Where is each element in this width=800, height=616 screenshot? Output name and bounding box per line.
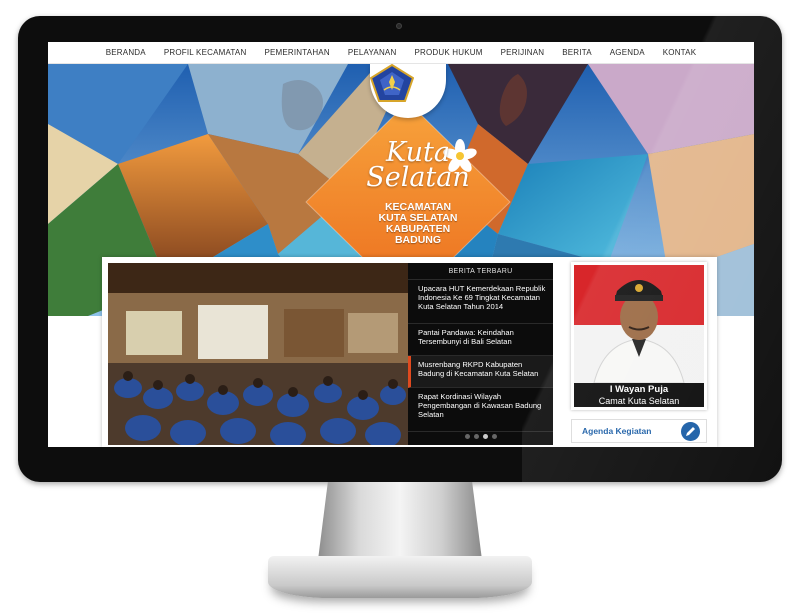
official-profile-card[interactable]: I Wayan Puja Camat Kuta Selatan [571, 262, 707, 410]
official-portrait [574, 265, 704, 383]
camera-dot [396, 23, 402, 29]
banner-title-line2: Selatan [366, 162, 470, 193]
monitor-stand-neck [318, 482, 482, 560]
monitor-stand-base [268, 556, 532, 598]
slider-dot[interactable] [473, 434, 479, 439]
slider-dot[interactable] [491, 434, 497, 439]
nav-perijinan[interactable]: PERIJINAN [501, 48, 545, 57]
news-item[interactable]: Rapat Kordinasi Wilayah Pengembangan di … [408, 388, 553, 432]
agenda-label: Agenda Kegiatan [582, 426, 652, 436]
nav-berita[interactable]: BERITA [562, 48, 592, 57]
nav-beranda[interactable]: BERANDA [106, 48, 146, 57]
nav-pelayanan[interactable]: PELAYANAN [348, 48, 397, 57]
content-panel: BERITA TERBARU Upacara HUT Kemerdekaan R… [102, 257, 717, 447]
news-slider-photo[interactable] [108, 263, 408, 445]
main-nav: BERANDA PROFIL KECAMATAN PEMERINTAHAN PE… [48, 42, 754, 64]
banner-title: Kuta Selatan [348, 139, 488, 193]
screen: BERANDA PROFIL KECAMATAN PEMERINTAHAN PE… [48, 42, 754, 447]
nav-produk-hukum[interactable]: PRODUK HUKUM [414, 48, 482, 57]
nav-kontak[interactable]: KONTAK [663, 48, 697, 57]
slider-dot-active[interactable] [482, 434, 488, 439]
official-role: Camat Kuta Selatan [598, 396, 680, 406]
latest-news-header: BERITA TERBARU [408, 263, 553, 280]
slider-dot[interactable] [464, 434, 470, 439]
news-item-active[interactable]: Musrenbang RKPD Kabupaten Badung di Keca… [408, 356, 553, 388]
monitor-frame: BERANDA PROFIL KECAMATAN PEMERINTAHAN PE… [18, 16, 782, 482]
banner-subtitle: KECAMATAN KUTA SELATAN KABUPATEN BADUNG [348, 202, 488, 246]
agenda-kegiatan-button[interactable]: Agenda Kegiatan [571, 419, 707, 443]
nav-agenda[interactable]: AGENDA [610, 48, 645, 57]
banner-subtitle-line4: BADUNG [394, 234, 442, 246]
meeting-hall-photo [108, 263, 408, 445]
official-name: I Wayan Puja [609, 384, 669, 395]
news-item[interactable]: Pantai Pandawa: Keindahan Tersembunyi di… [408, 324, 553, 356]
edit-icon [681, 421, 700, 441]
nav-profil-kecamatan[interactable]: PROFIL KECAMATAN [164, 48, 247, 57]
badung-emblem-icon [370, 64, 414, 102]
nav-pemerintahan[interactable]: PEMERINTAHAN [264, 48, 329, 57]
slider-pagination [408, 434, 553, 439]
news-item[interactable]: Upacara HUT Kemerdekaan Republik Indones… [408, 280, 553, 324]
latest-news-panel: BERITA TERBARU Upacara HUT Kemerdekaan R… [408, 263, 553, 445]
